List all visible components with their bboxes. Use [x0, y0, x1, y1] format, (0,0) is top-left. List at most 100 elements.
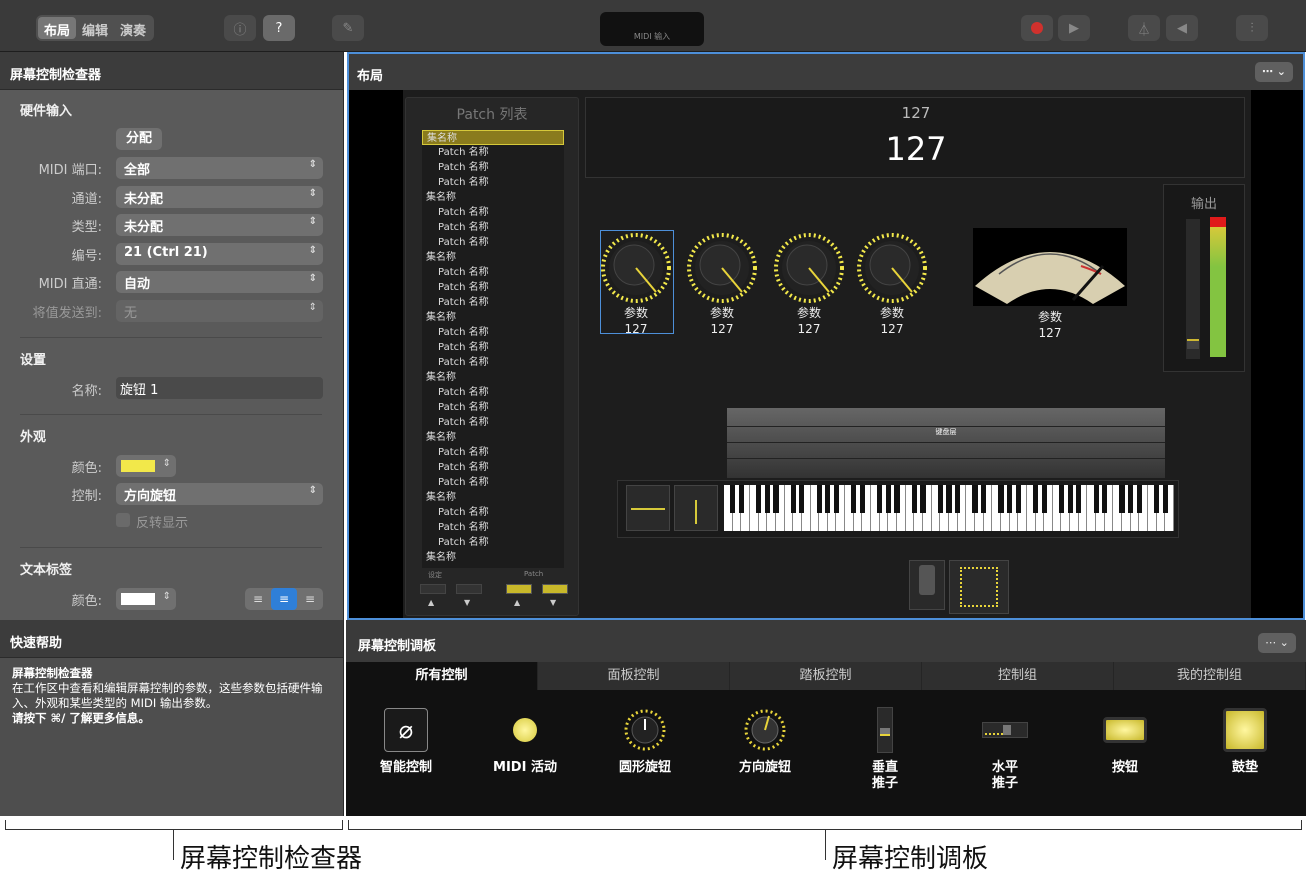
black-key[interactable] — [1162, 485, 1168, 513]
mode-layout-tab[interactable]: 布局 — [38, 17, 77, 39]
black-key[interactable] — [764, 485, 770, 513]
type-popup[interactable]: 未分配 ⇕ — [116, 214, 323, 236]
align-center-icon[interactable]: ≡ — [271, 588, 297, 610]
black-key[interactable] — [790, 485, 796, 513]
layout-canvas[interactable]: Patch 列表 集名称 Patch 名称 Patch 名称 Patch 名称 集名称 P… — [349, 90, 1303, 618]
black-key[interactable] — [877, 485, 883, 513]
output-fader-handle[interactable] — [1187, 339, 1199, 349]
patch-list[interactable]: Patch 列表 集名称 Patch 名称 Patch 名称 Patch 名称 集名称 P… — [405, 97, 579, 616]
patch-item[interactable]: Patch 名称 — [422, 445, 564, 460]
black-key[interactable] — [1006, 485, 1013, 513]
patch-set-item[interactable]: 集名称 — [422, 490, 564, 505]
patch-item[interactable]: Patch 名称 — [422, 145, 564, 160]
black-key[interactable] — [885, 485, 891, 513]
black-key[interactable] — [799, 485, 805, 513]
patch-next-button[interactable] — [542, 584, 568, 594]
palette-item-horizontal-fader[interactable]: 水平 推子 — [950, 704, 1060, 792]
align-left-icon[interactable]: ≡ — [245, 588, 271, 610]
patch-item[interactable]: Patch 名称 — [422, 295, 564, 310]
mode-selector[interactable]: 布局 编辑 演奏 — [36, 15, 155, 41]
black-key[interactable] — [981, 485, 987, 513]
black-key[interactable] — [911, 485, 917, 513]
wrench-icon[interactable]: ✎ — [332, 15, 364, 41]
patch-item[interactable]: Patch 名称 — [422, 235, 564, 250]
align-right-icon[interactable]: ≡ — [297, 588, 323, 610]
patch-item[interactable]: Patch 名称 — [422, 505, 564, 520]
color-picker[interactable]: ⇕ — [116, 455, 176, 477]
patch-set-item[interactable]: 集名称 — [422, 370, 564, 385]
palette-item-vertical-fader[interactable]: 垂直 推子 — [830, 704, 940, 792]
black-key[interactable] — [1154, 485, 1160, 513]
invert-checkbox[interactable] — [116, 513, 130, 527]
black-key[interactable] — [955, 485, 961, 513]
palette-item-button[interactable]: 按钮 — [1070, 704, 1180, 776]
number-popup[interactable]: 21 (Ctrl 21) ⇕ — [116, 243, 323, 265]
patch-item[interactable]: Patch 名称 — [422, 385, 564, 400]
palette-item-drum-pad[interactable]: 鼓垫 — [1190, 704, 1300, 776]
tab-all-controls[interactable]: 所有控制 — [346, 662, 538, 690]
expression-pedal[interactable] — [909, 560, 945, 610]
mode-perform-tab[interactable]: 演奏 — [114, 17, 152, 39]
tab-pedal-controls[interactable]: 踏板控制 — [730, 662, 922, 690]
black-key[interactable] — [946, 485, 952, 513]
patch-item[interactable]: Patch 名称 — [422, 415, 564, 430]
black-key[interactable] — [1015, 485, 1021, 513]
patch-set-item[interactable]: 集名称 — [422, 130, 564, 145]
control-type-popup[interactable]: 方向旋钮 ⇕ — [116, 483, 323, 505]
patch-item[interactable]: Patch 名称 — [422, 265, 564, 280]
black-key[interactable] — [1093, 485, 1099, 513]
palette-more-menu-button[interactable]: ⋯ ⌄ — [1258, 633, 1296, 653]
black-key[interactable] — [1067, 485, 1073, 513]
sustain-pedal[interactable] — [949, 560, 1009, 614]
patch-set-item[interactable]: 集名称 — [422, 310, 564, 325]
modulation-wheel[interactable] — [674, 485, 718, 531]
text-color-picker[interactable]: ⇕ — [116, 588, 176, 610]
black-key[interactable] — [1128, 485, 1134, 513]
piano-keyboard[interactable] — [724, 485, 1174, 531]
vu-meter[interactable] — [973, 228, 1127, 306]
direction-knob[interactable] — [771, 230, 847, 310]
play-button[interactable]: ▶ — [1058, 15, 1090, 41]
black-key[interactable] — [738, 485, 744, 513]
direction-knob[interactable] — [684, 230, 760, 310]
pitch-bend-wheel[interactable] — [626, 485, 670, 531]
record-button[interactable] — [1021, 15, 1053, 41]
black-key[interactable] — [920, 485, 926, 513]
patch-item[interactable]: Patch 名称 — [422, 160, 564, 175]
metronome-icon[interactable]: ⏃ — [1128, 15, 1160, 41]
patch-item[interactable]: Patch 名称 — [422, 340, 564, 355]
layout-more-menu-button[interactable]: ⋯ ⌄ — [1255, 62, 1293, 82]
black-key[interactable] — [851, 485, 857, 513]
patch-item[interactable]: Patch 名称 — [422, 475, 564, 490]
black-key[interactable] — [972, 485, 978, 513]
set-prev-button[interactable] — [420, 584, 446, 594]
black-key[interactable] — [859, 485, 866, 513]
midi-port-popup[interactable]: 全部 ⇕ — [116, 157, 323, 179]
name-field[interactable]: 旋钮 1 — [116, 377, 323, 399]
speaker-icon[interactable]: ◀ — [1166, 15, 1198, 41]
patch-item[interactable]: Patch 名称 — [422, 175, 564, 190]
quick-help-icon[interactable]: ? — [263, 15, 295, 41]
patch-item[interactable]: Patch 名称 — [422, 355, 564, 370]
tab-panel-controls[interactable]: 面板控制 — [538, 662, 730, 690]
patch-set-item[interactable]: 集名称 — [422, 190, 564, 205]
tab-my-control-groups[interactable]: 我的控制组 — [1114, 662, 1306, 690]
palette-item-midi-activity[interactable]: MIDI 活动 — [470, 704, 580, 776]
black-key[interactable] — [1058, 485, 1065, 513]
palette-item-direction-knob[interactable]: 方向旋钮 — [710, 704, 820, 776]
info-icon[interactable]: ⓘ — [224, 15, 256, 41]
patch-item[interactable]: Patch 名称 — [422, 460, 564, 475]
patch-set-item[interactable]: 集名称 — [422, 430, 564, 445]
black-key[interactable] — [816, 485, 822, 513]
patch-item[interactable]: Patch 名称 — [422, 280, 564, 295]
black-key[interactable] — [1102, 485, 1108, 513]
mixer-icon[interactable]: ⫶ — [1236, 15, 1268, 41]
palette-item-circular-knob[interactable]: 圆形旋钮 — [590, 704, 700, 776]
midi-thru-popup[interactable]: 自动 ⇕ — [116, 271, 323, 293]
patch-item[interactable]: Patch 名称 — [422, 535, 564, 550]
keyboard-layers[interactable]: 键盘层 — [727, 408, 1165, 478]
set-next-button[interactable] — [456, 584, 482, 594]
black-key[interactable] — [730, 485, 736, 513]
patch-set-item[interactable]: 集名称 — [422, 250, 564, 265]
black-key[interactable] — [1136, 485, 1142, 513]
